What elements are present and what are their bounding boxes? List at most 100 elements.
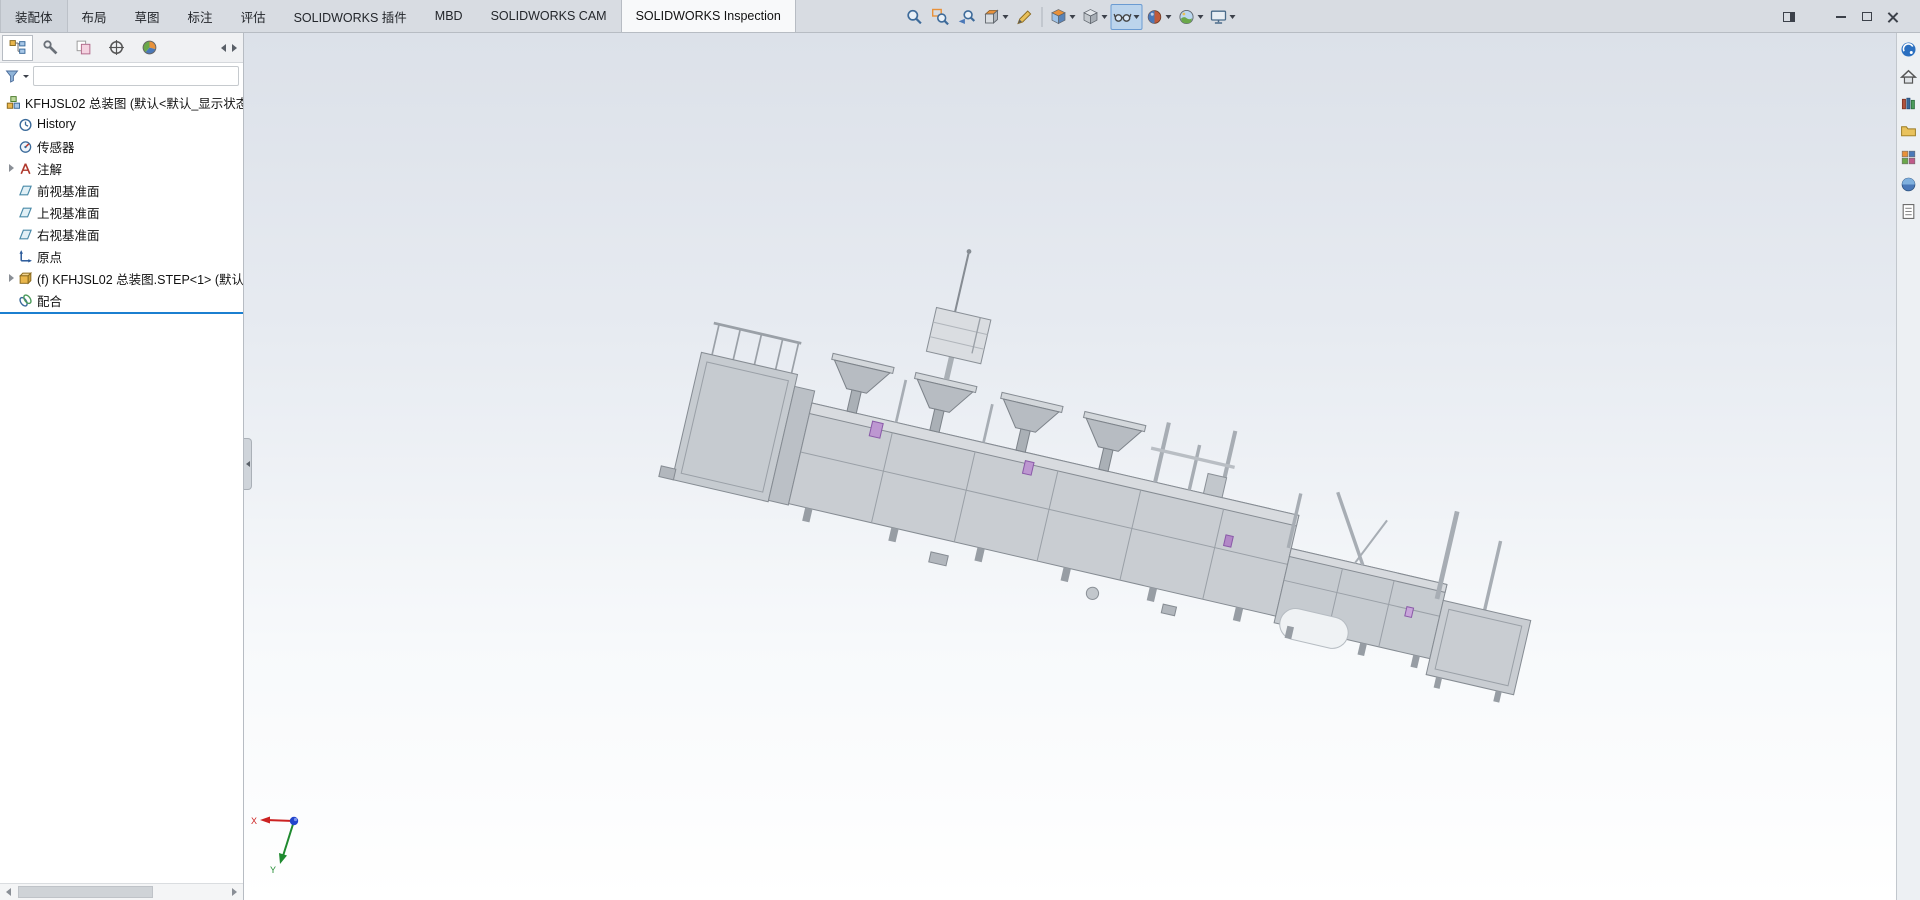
zoom-to-area-icon <box>932 8 950 26</box>
reference-triad: X Y <box>250 808 320 874</box>
featuremanager-design-tree: KFHJSL02 总装图 (默认<默认_显示状态 History 传感器 注解 <box>0 89 243 883</box>
caret-down-icon <box>1070 15 1076 19</box>
section-view-icon <box>983 8 1001 26</box>
expand-arrow-icon[interactable] <box>5 274 17 282</box>
tab-displaymanager[interactable] <box>134 35 165 61</box>
tab-solidworks-addins[interactable]: SOLIDWORKS 插件 <box>280 0 421 32</box>
tab-markup[interactable]: 标注 <box>174 0 227 32</box>
toolbar-separator <box>1042 7 1043 27</box>
tab-layout[interactable]: 布局 <box>68 0 121 32</box>
filter-funnel-button[interactable] <box>4 68 30 84</box>
tab-sketch[interactable]: 草图 <box>121 0 174 32</box>
assembly-icon <box>6 95 21 110</box>
configurationmanager-icon <box>75 39 92 56</box>
close-button[interactable] <box>1880 4 1906 30</box>
solidworks-resources-button[interactable] <box>1899 39 1919 59</box>
home-icon <box>1900 68 1917 85</box>
displaymanager-ball-icon <box>141 39 158 56</box>
appearances-scenes-button[interactable] <box>1899 174 1919 194</box>
tab-assembly[interactable]: 装配体 <box>0 0 68 32</box>
history-icon <box>18 117 33 132</box>
solidworks-resources-icon <box>1900 41 1917 58</box>
restore-down-button[interactable] <box>1854 4 1880 30</box>
scrollbar-thumb[interactable] <box>18 886 153 898</box>
edit-appearance-ball-icon <box>1146 8 1164 26</box>
tab-dimxpertmanager[interactable] <box>101 35 132 61</box>
tree-root-assembly[interactable]: KFHJSL02 总装图 (默认<默认_显示状态 <box>0 91 243 113</box>
tab-configurationmanager[interactable] <box>68 35 99 61</box>
tree-item-annotations[interactable]: 注解 <box>0 157 243 179</box>
tree-item-top-plane[interactable]: 上视基准面 <box>0 201 243 223</box>
custom-properties-button[interactable] <box>1899 201 1919 221</box>
expand-arrow-icon[interactable] <box>5 164 17 172</box>
tab-mbd[interactable]: MBD <box>421 0 477 32</box>
scroll-tabs-left-button[interactable] <box>221 44 226 52</box>
toggle-task-pane-button[interactable] <box>1776 4 1802 30</box>
edit-appearance-button[interactable] <box>1143 4 1175 30</box>
design-library-button[interactable] <box>1899 93 1919 113</box>
hide-show-glasses-icon <box>1114 8 1132 26</box>
home-button[interactable] <box>1899 66 1919 86</box>
panel-splitter-handle[interactable] <box>244 438 252 490</box>
tree-item-right-plane[interactable]: 右视基准面 <box>0 223 243 245</box>
scrollbar-track[interactable] <box>17 884 226 900</box>
apply-scene-button[interactable] <box>1175 4 1207 30</box>
hide-show-items-button[interactable] <box>1111 4 1143 30</box>
caret-down-icon <box>1102 15 1108 19</box>
caret-down-icon <box>1166 15 1172 19</box>
view-palette-icon <box>1900 149 1917 166</box>
tree-item-step-component[interactable]: (f) KFHJSL02 总装图.STEP<1> (默认 <box>0 267 243 289</box>
tree-item-history[interactable]: History <box>0 113 243 135</box>
scroll-tabs-right-button[interactable] <box>232 44 237 52</box>
tab-solidworks-inspection[interactable]: SOLIDWORKS Inspection <box>621 0 796 32</box>
tab-propertymanager[interactable] <box>35 35 66 61</box>
previous-view-button[interactable] <box>954 4 980 30</box>
minimize-button[interactable] <box>1828 4 1854 30</box>
dynamic-annotation-views-button[interactable] <box>1012 4 1038 30</box>
plane-icon <box>18 227 33 242</box>
plane-icon <box>18 205 33 220</box>
sensors-icon <box>18 139 33 154</box>
caret-down-icon <box>1134 15 1140 19</box>
graphics-area[interactable]: X Y <box>244 33 1896 900</box>
task-pane-strip <box>1896 33 1920 900</box>
caret-down-icon <box>1003 15 1009 19</box>
panel-tab-strip <box>0 33 243 63</box>
tab-solidworks-cam[interactable]: SOLIDWORKS CAM <box>477 0 621 32</box>
tab-featuremanager-design-tree[interactable] <box>2 35 33 61</box>
tree-item-sensors[interactable]: 传感器 <box>0 135 243 157</box>
featuremanager-tree-icon <box>9 39 26 56</box>
design-library-icon <box>1900 95 1917 112</box>
view-orientation-button[interactable] <box>1047 4 1079 30</box>
tree-item-mates[interactable]: 配合 <box>0 289 243 311</box>
section-view-button[interactable] <box>980 4 1012 30</box>
annotations-icon <box>18 161 33 176</box>
tree-filter-input[interactable] <box>33 66 239 86</box>
view-palette-button[interactable] <box>1899 147 1919 167</box>
appearances-sphere-icon <box>1900 176 1917 193</box>
tab-evaluate[interactable]: 评估 <box>227 0 280 32</box>
annotation-pencil-icon <box>1016 8 1034 26</box>
view-settings-button[interactable] <box>1207 4 1239 30</box>
view-orientation-cube-icon <box>1050 8 1068 26</box>
plane-icon <box>18 183 33 198</box>
file-explorer-button[interactable] <box>1899 120 1919 140</box>
origin-icon <box>18 249 33 264</box>
command-manager-bar: 装配体 布局 草图 标注 评估 SOLIDWORKS 插件 MBD SOLIDW… <box>0 0 1920 33</box>
assembly-3d-model[interactable] <box>244 33 1896 900</box>
apply-scene-icon <box>1178 8 1196 26</box>
previous-view-icon <box>958 8 976 26</box>
scroll-right-button[interactable] <box>226 884 243 900</box>
zoom-to-fit-button[interactable] <box>902 4 928 30</box>
zoom-to-area-button[interactable] <box>928 4 954 30</box>
triad-x-label: X <box>251 816 257 826</box>
tree-item-front-plane[interactable]: 前视基准面 <box>0 179 243 201</box>
tree-item-origin[interactable]: 原点 <box>0 245 243 267</box>
display-style-cube-icon <box>1082 8 1100 26</box>
view-settings-monitor-icon <box>1210 8 1228 26</box>
tree-root-label: KFHJSL02 总装图 (默认<默认_显示状态 <box>25 93 243 112</box>
component-icon <box>18 271 33 286</box>
display-style-button[interactable] <box>1079 4 1111 30</box>
feature-manager-panel: KFHJSL02 总装图 (默认<默认_显示状态 History 传感器 注解 <box>0 33 244 900</box>
scroll-left-button[interactable] <box>0 884 17 900</box>
